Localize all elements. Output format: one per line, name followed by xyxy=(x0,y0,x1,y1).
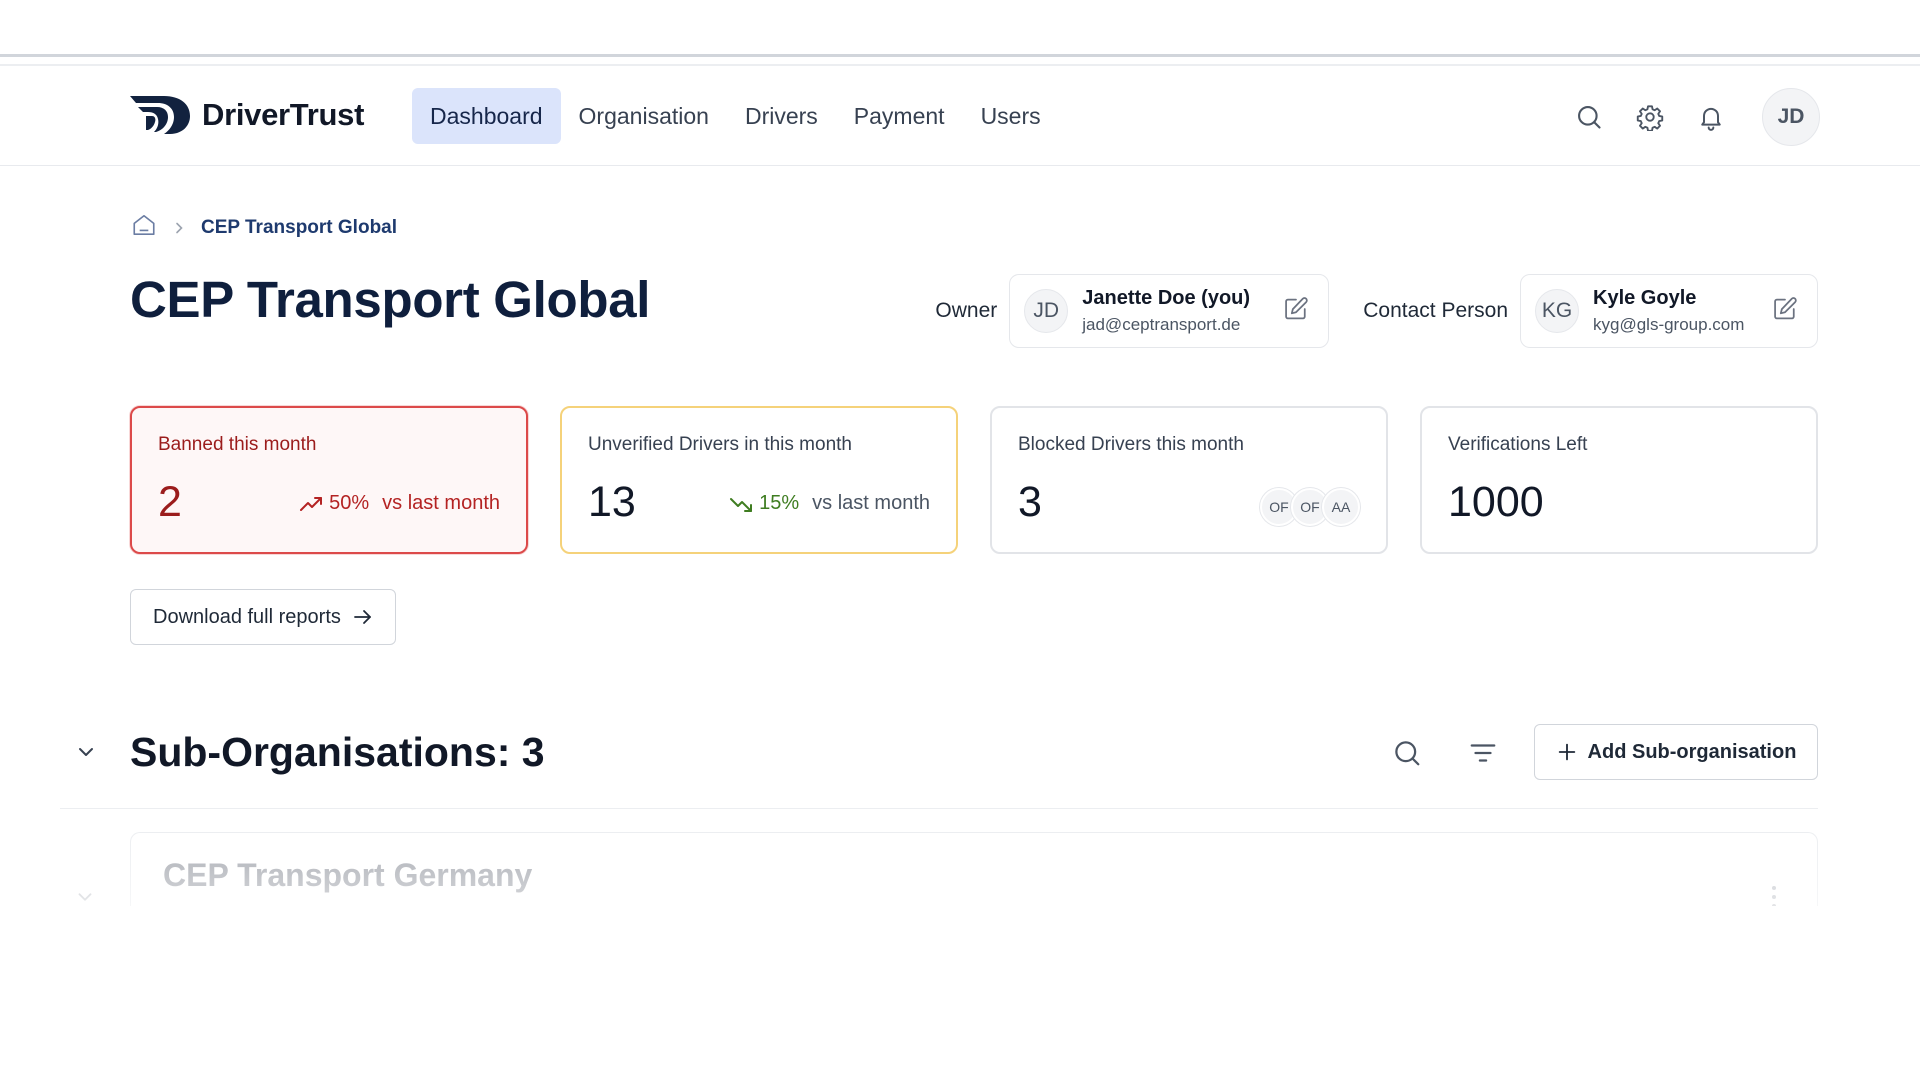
sub-organisation-name: CEP Transport Germany xyxy=(163,857,533,893)
tab-payment[interactable]: Payment xyxy=(836,88,963,144)
home-icon[interactable] xyxy=(131,212,157,243)
header-actions: JD xyxy=(1543,88,1820,146)
list-item[interactable]: CEP Transport Germany xyxy=(130,832,1818,906)
trend-percent: 50% xyxy=(329,492,370,514)
stat-value: 2 xyxy=(158,478,182,526)
owner-avatar: JD xyxy=(1024,289,1069,333)
contact-info: Kyle Goyle kyg@gls-group.com xyxy=(1593,287,1771,335)
chevron-down-icon[interactable] xyxy=(74,886,96,908)
main-tabs: Dashboard Organisation Drivers Payment U… xyxy=(412,88,1059,144)
page-title: CEP Transport Global xyxy=(130,271,651,328)
organisation-people: Owner JD Janette Doe (you) jad@ceptransp… xyxy=(935,274,1818,348)
arrow-right-icon xyxy=(353,610,371,624)
stats-row: Banned this month 2 50% vs last month Un… xyxy=(130,406,1818,554)
bell-icon[interactable] xyxy=(1696,102,1726,132)
contact-avatar: KG xyxy=(1535,289,1579,333)
contact-card: KG Kyle Goyle kyg@gls-group.com xyxy=(1520,274,1818,348)
owner-label: Owner xyxy=(935,299,998,322)
search-icon[interactable] xyxy=(1392,738,1422,768)
chevron-down-icon[interactable] xyxy=(74,740,98,764)
breadcrumb-current[interactable]: CEP Transport Global xyxy=(201,217,397,239)
stat-label: Blocked Drivers this month xyxy=(1018,434,1244,455)
stat-value: 3 xyxy=(1018,478,1042,526)
trend-compare: vs last month xyxy=(382,492,500,514)
contact-label: Contact Person xyxy=(1363,299,1508,322)
stat-trend: 50% vs last month xyxy=(299,492,500,515)
plus-icon xyxy=(1558,743,1575,761)
owner-card: JD Janette Doe (you) jad@ceptransport.de xyxy=(1009,274,1330,348)
trend-percent: 15% xyxy=(759,492,800,514)
add-sub-organisation-label: Add Sub-organisation xyxy=(1587,740,1797,763)
breadcrumb: CEP Transport Global xyxy=(131,212,397,243)
contact-name: Kyle Goyle xyxy=(1593,287,1697,309)
tab-organisation[interactable]: Organisation xyxy=(561,88,727,144)
gear-icon[interactable] xyxy=(1635,102,1665,132)
tab-drivers[interactable]: Drivers xyxy=(727,88,836,144)
download-reports-button[interactable]: Download full reports xyxy=(130,589,396,645)
chevron-right-icon xyxy=(171,220,187,236)
more-options-icon[interactable] xyxy=(1771,885,1777,906)
edit-owner-icon[interactable] xyxy=(1282,295,1310,328)
trend-up-icon xyxy=(300,496,323,511)
user-avatar[interactable]: JD xyxy=(1762,88,1820,146)
contact-email: kyg@gls-group.com xyxy=(1593,315,1745,334)
sub-organisations-title: Sub-Organisations: 3 xyxy=(130,729,545,775)
stat-card-banned[interactable]: Banned this month 2 50% vs last month xyxy=(130,406,528,554)
brand-logo[interactable]: DriverTrust xyxy=(130,94,364,136)
top-navigation: DriverTrust Dashboard Organisation Drive… xyxy=(0,66,1920,166)
stat-card-blocked[interactable]: Blocked Drivers this month 3 OF OF AA xyxy=(990,406,1388,554)
filter-icon[interactable] xyxy=(1468,738,1498,768)
blocked-driver-avatars: OF OF AA xyxy=(1260,488,1360,526)
stat-label: Verifications Left xyxy=(1448,434,1588,455)
section-divider xyxy=(60,808,1818,809)
owner-name: Janette Doe (you) xyxy=(1082,287,1251,309)
trend-compare: vs last month xyxy=(812,492,930,514)
browser-top-border xyxy=(0,54,1920,57)
brand-name: DriverTrust xyxy=(202,97,365,132)
owner-info: Janette Doe (you) jad@ceptransport.de xyxy=(1082,287,1282,335)
stat-label: Unverified Drivers in this month xyxy=(588,434,852,455)
stat-value: 13 xyxy=(588,478,636,526)
avatar[interactable]: AA xyxy=(1322,488,1360,526)
stat-card-verifications[interactable]: Verifications Left 1000 xyxy=(1420,406,1818,554)
trend-down-icon xyxy=(730,497,753,512)
stat-label: Banned this month xyxy=(158,434,317,455)
add-sub-organisation-button[interactable]: Add Sub-organisation xyxy=(1534,724,1818,780)
tab-users[interactable]: Users xyxy=(963,88,1059,144)
stat-card-unverified[interactable]: Unverified Drivers in this month 13 15% … xyxy=(560,406,958,554)
edit-contact-icon[interactable] xyxy=(1771,295,1799,328)
stat-value: 1000 xyxy=(1448,478,1544,526)
search-icon[interactable] xyxy=(1574,102,1604,132)
sub-organisations-header: Sub-Organisations: 3 Add Sub-organisatio… xyxy=(0,720,1920,786)
drivertrust-logo-icon xyxy=(130,96,190,134)
owner-email: jad@ceptransport.de xyxy=(1082,315,1241,334)
tab-dashboard[interactable]: Dashboard xyxy=(412,88,561,144)
download-reports-label: Download full reports xyxy=(153,605,341,628)
stat-trend: 15% vs last month xyxy=(729,492,930,515)
